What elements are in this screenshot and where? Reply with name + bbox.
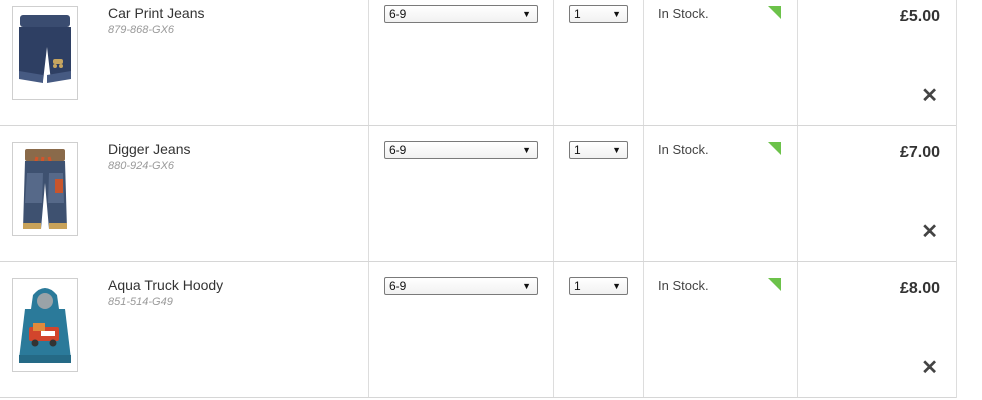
car-print-jeans-image	[13, 7, 77, 99]
column-divider	[643, 0, 644, 125]
column-divider	[643, 126, 644, 261]
remove-item-button[interactable]: ✕	[921, 86, 938, 106]
size-select[interactable]: 6-9 ▼	[384, 141, 538, 159]
size-select[interactable]: 6-9 ▼	[384, 5, 538, 23]
aqua-truck-hoody-image	[13, 279, 77, 371]
column-divider	[553, 262, 554, 397]
stock-flag-icon	[768, 278, 781, 291]
column-divider	[797, 126, 798, 261]
dropdown-arrow-icon: ▼	[522, 9, 531, 19]
basket-list: Car Print Jeans 879-868-GX6 6-9 ▼ 1 ▼ In…	[0, 0, 957, 398]
quantity-select-value: 1	[574, 143, 581, 157]
item-price: £8.00	[899, 280, 940, 297]
stock-status: In Stock.	[658, 6, 709, 21]
quantity-select[interactable]: 1 ▼	[569, 277, 628, 295]
item-price: £7.00	[899, 144, 940, 161]
product-image[interactable]	[12, 142, 78, 236]
size-select-value: 6-9	[389, 279, 407, 293]
size-select[interactable]: 6-9 ▼	[384, 277, 538, 295]
quantity-select[interactable]: 1 ▼	[569, 5, 628, 23]
digger-jeans-image	[13, 143, 77, 235]
quantity-select-value: 1	[574, 7, 581, 21]
column-divider	[797, 262, 798, 397]
stock-status: In Stock.	[658, 142, 709, 157]
size-select-value: 6-9	[389, 143, 407, 157]
product-code: 879-868-GX6	[108, 24, 175, 36]
dropdown-arrow-icon: ▼	[522, 145, 531, 155]
dropdown-arrow-icon: ▼	[612, 281, 621, 291]
quantity-select[interactable]: 1 ▼	[569, 141, 628, 159]
dropdown-arrow-icon: ▼	[612, 9, 621, 19]
quantity-select-value: 1	[574, 279, 581, 293]
item-price: £5.00	[899, 8, 940, 25]
remove-item-button[interactable]: ✕	[921, 358, 938, 378]
product-name[interactable]: Aqua Truck Hoody	[108, 277, 223, 293]
product-name[interactable]: Digger Jeans	[108, 141, 191, 157]
column-divider	[797, 0, 798, 125]
size-select-value: 6-9	[389, 7, 407, 21]
dropdown-arrow-icon: ▼	[522, 281, 531, 291]
column-divider	[553, 0, 554, 125]
column-divider	[643, 262, 644, 397]
stock-status: In Stock.	[658, 278, 709, 293]
product-image[interactable]	[12, 6, 78, 100]
column-divider	[368, 126, 369, 261]
product-image[interactable]	[12, 278, 78, 372]
product-code: 851-514-G49	[108, 296, 173, 308]
product-name[interactable]: Car Print Jeans	[108, 5, 204, 21]
basket-row: Aqua Truck Hoody 851-514-G49 6-9 ▼ 1 ▼ I…	[0, 262, 956, 398]
column-divider	[368, 262, 369, 397]
stock-flag-icon	[768, 6, 781, 19]
column-divider	[553, 126, 554, 261]
stock-flag-icon	[768, 142, 781, 155]
dropdown-arrow-icon: ▼	[612, 145, 621, 155]
basket-row: Digger Jeans 880-924-GX6 6-9 ▼ 1 ▼ In St…	[0, 126, 956, 262]
column-divider	[368, 0, 369, 125]
basket-row: Car Print Jeans 879-868-GX6 6-9 ▼ 1 ▼ In…	[0, 0, 956, 126]
product-code: 880-924-GX6	[108, 160, 175, 172]
remove-item-button[interactable]: ✕	[921, 222, 938, 242]
